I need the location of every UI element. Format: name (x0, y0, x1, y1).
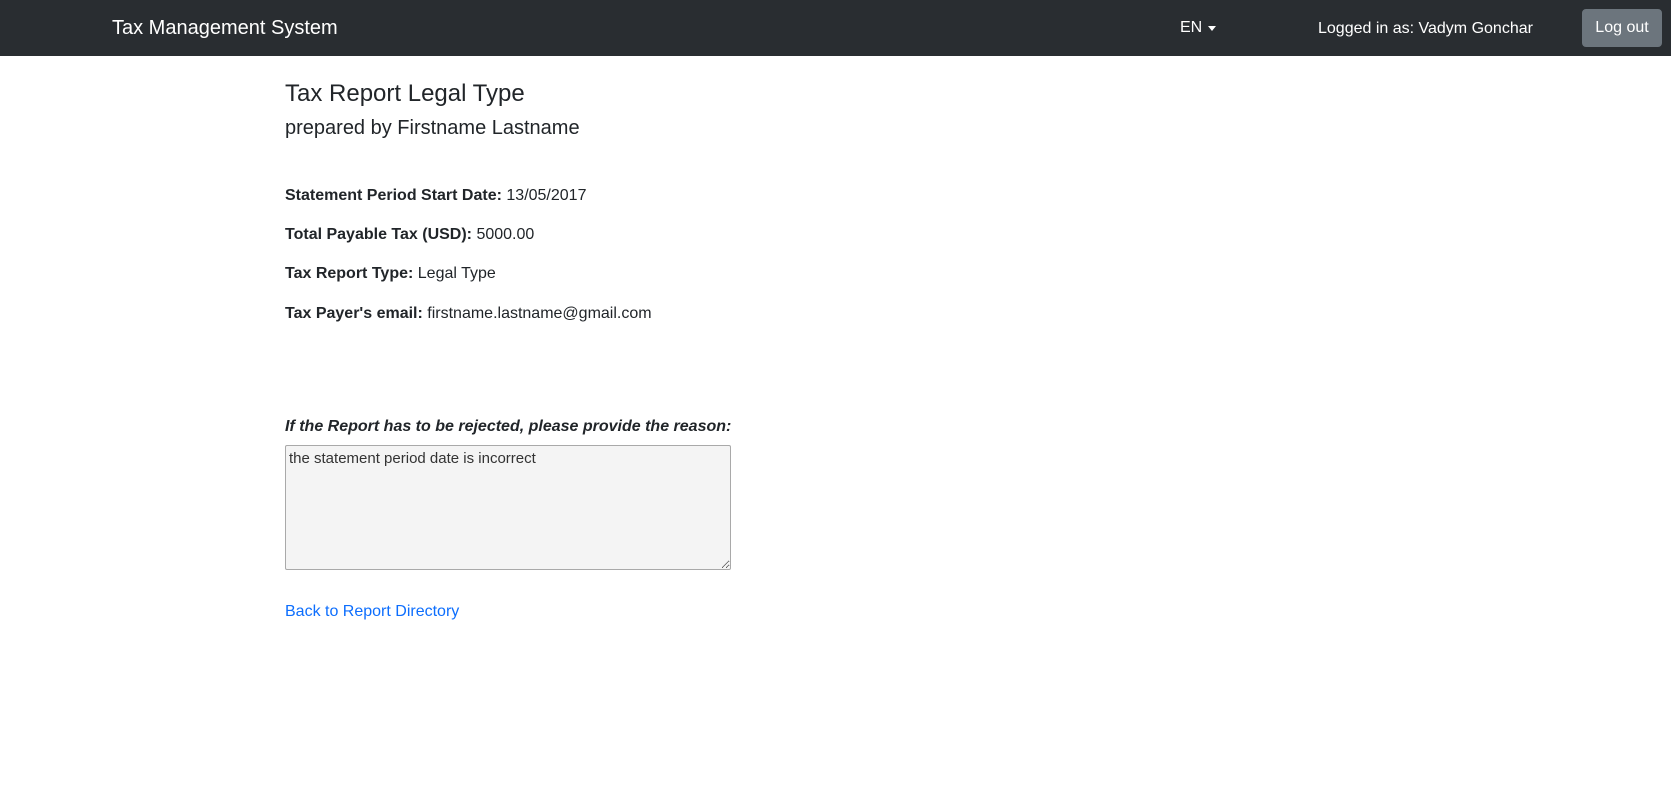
top-navbar: Tax Management System EN Logged in as: V… (0, 0, 1671, 56)
language-label: EN (1180, 19, 1203, 36)
caret-down-icon (1208, 25, 1217, 31)
logout-button[interactable]: Log out (1582, 9, 1662, 47)
field-value: Legal Type (417, 265, 496, 282)
page-subtitle: prepared by Firstname Lastname (285, 117, 580, 139)
field-value: firstname.lastname@gmail.com (427, 305, 652, 322)
brand-title[interactable]: Tax Management System (112, 16, 338, 40)
field-label: Tax Report Type: (285, 265, 414, 282)
field-total-payable-tax: Total Payable Tax (USD): 5000.00 (285, 225, 534, 245)
back-to-directory-link[interactable]: Back to Report Directory (285, 602, 459, 622)
field-statement-start-date: Statement Period Start Date: 13/05/2017 (285, 186, 586, 206)
language-dropdown[interactable]: EN (1180, 18, 1217, 38)
reject-reason-textarea[interactable]: the statement period date is incorrect (285, 445, 731, 570)
field-report-type: Tax Report Type: Legal Type (285, 264, 496, 284)
field-value: 5000.00 (476, 226, 535, 243)
reject-reason-label: If the Report has to be rejected, please… (285, 418, 732, 435)
field-taxpayer-email: Tax Payer's email: firstname.lastname@gm… (285, 304, 652, 324)
field-value: 13/05/2017 (506, 187, 587, 204)
field-label: Statement Period Start Date: (285, 187, 502, 204)
logged-in-user: Logged in as: Vadym Gonchar (1318, 20, 1533, 37)
field-label: Total Payable Tax (USD): (285, 226, 472, 243)
field-label: Tax Payer's email: (285, 305, 423, 322)
page-title: Tax Report Legal Type (285, 80, 525, 107)
